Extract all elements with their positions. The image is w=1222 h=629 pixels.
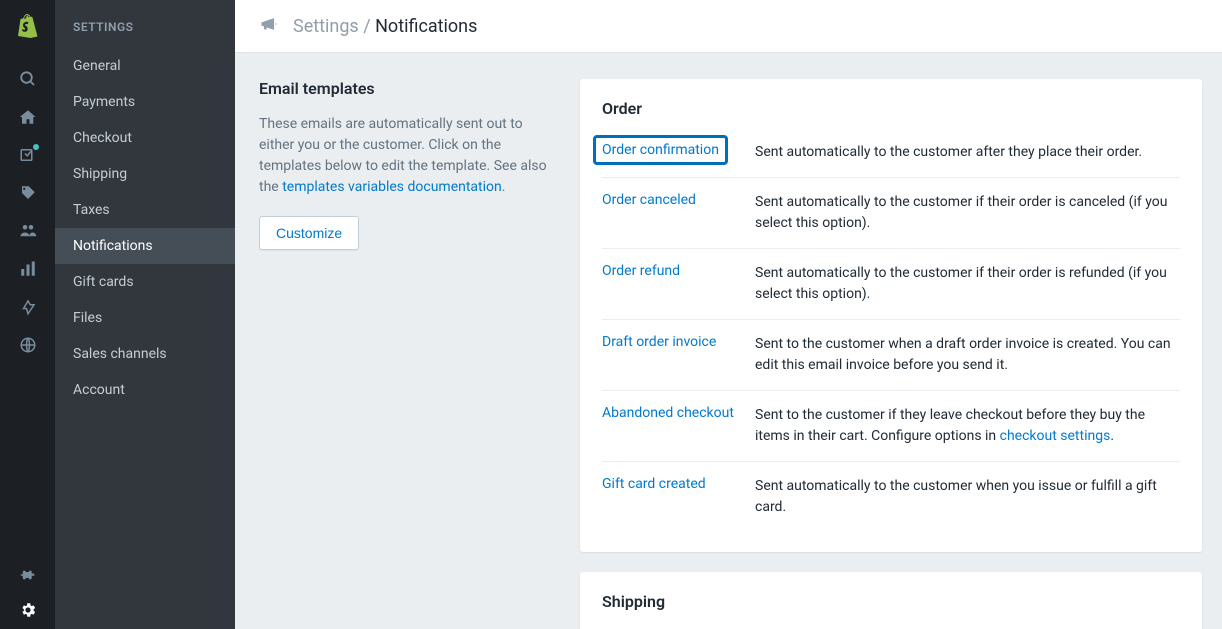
template-row: Gift card created Sent automatically to t… (602, 461, 1180, 532)
sidebar-item-shipping[interactable]: Shipping (55, 156, 235, 192)
settings-icon[interactable] (0, 591, 55, 629)
sidebar-item-checkout[interactable]: Checkout (55, 120, 235, 156)
sidebar-item-payments[interactable]: Payments (55, 84, 235, 120)
template-description: Sent automatically to the customer if th… (755, 192, 1180, 234)
right-column: OrderOrder confirmationSent automaticall… (580, 79, 1202, 629)
breadcrumb: Settings / Notifications (293, 16, 477, 37)
sidebar-item-account[interactable]: Account (55, 372, 235, 408)
left-column: Email templates These emails are automat… (255, 79, 560, 629)
sidebar-item-sales-channels[interactable]: Sales channels (55, 336, 235, 372)
sidebar-item-notifications[interactable]: Notifications (55, 228, 235, 264)
template-link-order-confirmation[interactable]: Order confirmation (593, 135, 728, 165)
breadcrumb-current: Notifications (375, 16, 477, 37)
shopify-logo[interactable] (17, 14, 39, 42)
card-title: Order (602, 99, 1180, 118)
template-row: Draft order invoice Sent to the customer … (602, 319, 1180, 390)
template-description: Sent to the customer when a draft order … (755, 334, 1180, 376)
template-row: Order confirmationSent automatically to … (602, 136, 1180, 177)
template-link-order-canceled[interactable]: Order canceled (602, 192, 696, 208)
template-row: Abandoned checkout Sent to the customer i… (602, 390, 1180, 461)
template-link-draft-order-invoice[interactable]: Draft order invoice (602, 334, 716, 350)
topbar: Settings / Notifications (235, 0, 1222, 53)
online-store-icon[interactable] (0, 326, 55, 364)
notification-dot (33, 144, 39, 150)
template-row: Order canceled Sent automatically to the … (602, 177, 1180, 248)
template-link-abandoned-checkout[interactable]: Abandoned checkout (602, 405, 734, 421)
card-title: Shipping (602, 592, 1180, 611)
template-link-order-refund[interactable]: Order refund (602, 263, 680, 279)
checkout-settings-link[interactable]: checkout settings (1000, 428, 1111, 444)
template-description: Sent to the customer if they leave check… (755, 405, 1180, 447)
breadcrumb-parent[interactable]: Settings (293, 16, 359, 37)
orders-icon[interactable] (0, 136, 55, 174)
home-icon[interactable] (0, 98, 55, 136)
discounts-icon[interactable] (0, 288, 55, 326)
search-icon[interactable] (0, 60, 55, 98)
template-variables-link[interactable]: templates variables documentation (282, 179, 502, 195)
products-icon[interactable] (0, 174, 55, 212)
card-order: OrderOrder confirmationSent automaticall… (580, 79, 1202, 552)
section-description: These emails are automatically sent out … (259, 114, 560, 198)
page-content: Email templates These emails are automat… (235, 53, 1222, 629)
announcement-icon[interactable] (259, 14, 279, 38)
sidebar-item-taxes[interactable]: Taxes (55, 192, 235, 228)
main-area: Settings / Notifications Email templates… (235, 0, 1222, 629)
sidebar-item-gift-cards[interactable]: Gift cards (55, 264, 235, 300)
apps-icon[interactable] (0, 553, 55, 591)
customers-icon[interactable] (0, 212, 55, 250)
customize-button[interactable]: Customize (259, 216, 359, 250)
template-link-gift-card-created[interactable]: Gift card created (602, 476, 706, 492)
sidebar-item-general[interactable]: General (55, 48, 235, 84)
sidebar-item-files[interactable]: Files (55, 300, 235, 336)
template-row: Order refund Sent automatically to the cu… (602, 248, 1180, 319)
template-description: Sent automatically to the customer if th… (755, 263, 1180, 305)
template-description: Sent automatically to the customer when … (755, 476, 1180, 518)
section-heading: Email templates (259, 79, 560, 98)
icon-rail (0, 0, 55, 629)
sidebar-heading: SETTINGS (55, 14, 235, 48)
settings-sidebar: SETTINGS GeneralPaymentsCheckoutShipping… (55, 0, 235, 629)
analytics-icon[interactable] (0, 250, 55, 288)
template-description: Sent automatically to the customer after… (755, 142, 1142, 163)
card-shipping: ShippingFulfillment requestSent automati… (580, 572, 1202, 629)
